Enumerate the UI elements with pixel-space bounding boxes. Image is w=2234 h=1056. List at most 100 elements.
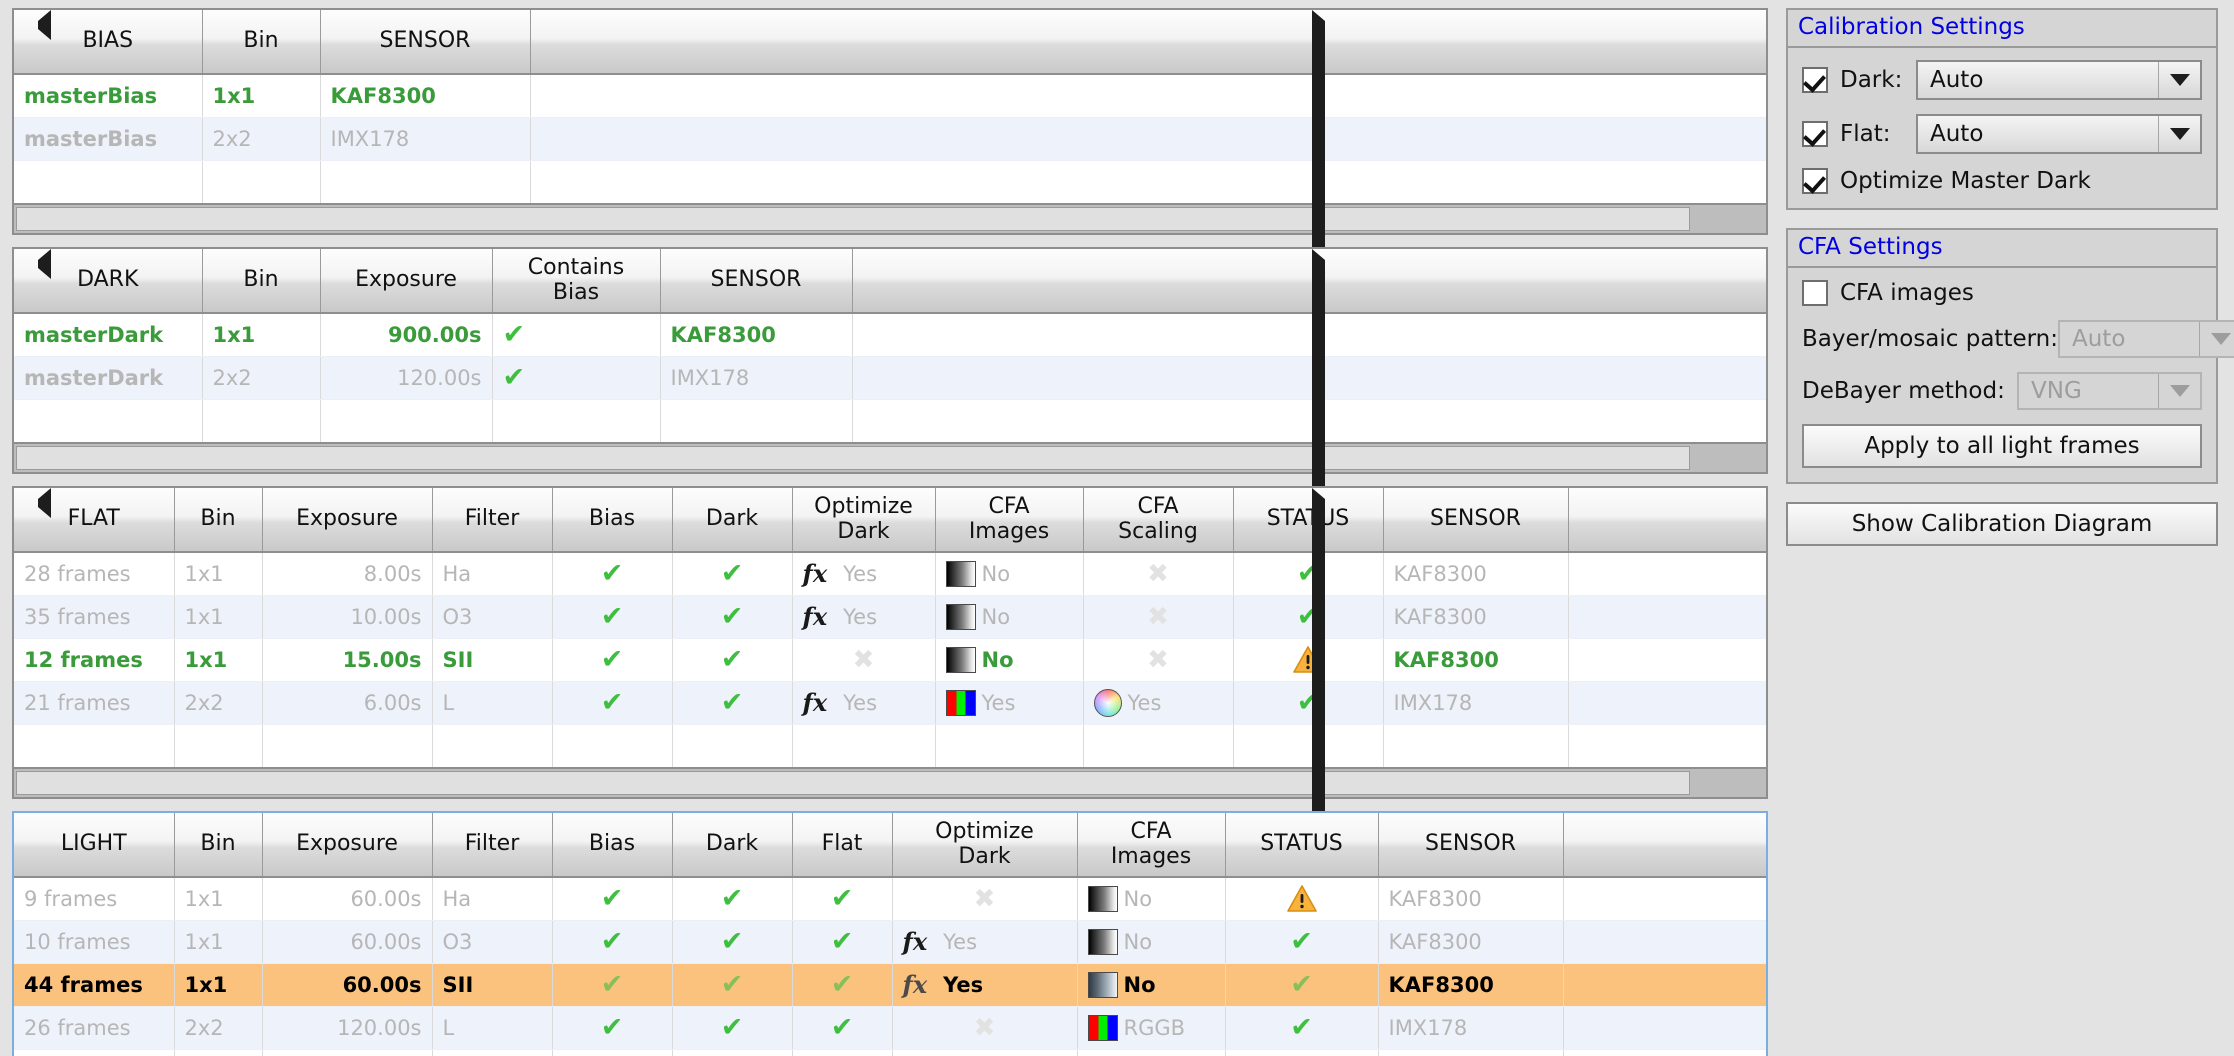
light-col-bias[interactable]: Bias [552, 813, 673, 878]
flat-row-bin: 1x1 [174, 552, 263, 596]
light-row-cfa-images: No [1077, 920, 1226, 964]
light-row-spacer [1563, 920, 1766, 964]
flat-row-bias: ✔ [552, 552, 673, 596]
flat-row-cfa-scaling: ✖ [1083, 638, 1234, 682]
apply-to-all-light-frames-button[interactable]: Apply to all light frames [1802, 424, 2202, 468]
scroll-left-icon[interactable] [14, 10, 51, 40]
optimize-dark-value: Yes [943, 972, 984, 997]
light-col-dark[interactable]: Dark [672, 813, 793, 878]
cfa-images-value: No [1123, 886, 1153, 911]
chevron-down-icon[interactable] [2158, 62, 2200, 98]
flat-row-bin: 1x1 [174, 595, 263, 639]
check-icon: ✔ [600, 687, 624, 718]
dark-checkbox[interactable] [1802, 67, 1828, 93]
check-icon: ✔ [720, 969, 744, 1000]
light-row-optimize-dark: fx Yes [892, 920, 1078, 964]
flat-select[interactable]: Auto [1916, 114, 2202, 154]
light-row-status: ✔ [1225, 1006, 1379, 1050]
mono-gradient-icon [945, 646, 976, 673]
light-row-exposure: 120.00s [262, 1006, 433, 1050]
dark-col-bin[interactable]: Bin [202, 249, 321, 314]
light-row-spacer [1563, 1006, 1766, 1050]
flat-row-filter: O3 [432, 595, 553, 639]
flat-col-optimize-dark[interactable]: Optimize Dark [792, 488, 936, 553]
dark-horizontal-scrollbar[interactable] [14, 249, 1766, 1056]
flat-col-cfa-scaling[interactable]: CFA Scaling [1083, 488, 1234, 553]
flat-row-exposure: 10.00s [262, 595, 433, 639]
scroll-left-icon[interactable] [14, 249, 51, 279]
table-row[interactable]: 26 frames 2x2 120.00s L ✔ ✔ ✔ ✖ RGGB ✔ I… [14, 1006, 1766, 1050]
optimize-master-dark-label: Optimize Master Dark [1840, 168, 2091, 194]
check-icon: ✔ [720, 687, 744, 718]
flat-row-frames: 28 frames [14, 552, 175, 596]
bias-horizontal-scrollbar[interactable] [14, 10, 1766, 1056]
chevron-down-icon[interactable] [2158, 116, 2200, 152]
light-row-spacer [1563, 963, 1766, 1007]
flat-col-exposure[interactable]: Exposure [262, 488, 433, 553]
dark-select[interactable]: Auto [1916, 60, 2202, 100]
light-col-cfa-images[interactable]: CFA Images [1077, 813, 1226, 878]
table-row[interactable]: 10 frames 1x1 60.00s O3 ✔ ✔ ✔ fx Yes No ✔… [14, 920, 1766, 964]
rgb-bayer-icon [1087, 1014, 1118, 1041]
dark-col-contains-bias[interactable]: Contains Bias [492, 249, 661, 314]
cross-icon: ✖ [1147, 601, 1169, 632]
light-row-optimize-dark: fx Yes [892, 963, 1078, 1007]
light-col-filter[interactable]: Filter [432, 813, 553, 878]
bayer-pattern-select[interactable]: Auto [2058, 320, 2234, 358]
light-col-flat[interactable]: Flat [792, 813, 893, 878]
light-col-optimize-dark[interactable]: Optimize Dark [892, 813, 1078, 878]
dark-panel: DARK Bin Exposure Contains Bias SENSOR m… [12, 247, 1768, 1056]
bias-col-sensor[interactable]: SENSOR [320, 10, 531, 75]
rgb-bayer-icon [945, 689, 976, 716]
debayer-method-select[interactable]: VNG [2017, 372, 2202, 410]
scroll-left-icon[interactable] [14, 488, 51, 518]
flat-col-bias[interactable]: Bias [552, 488, 673, 553]
light-row-sensor: IMX178 [1378, 1006, 1564, 1050]
flat-col-bin[interactable]: Bin [174, 488, 263, 553]
light-col-name[interactable]: LIGHT [14, 813, 175, 878]
light-row-bias: ✔ [552, 963, 673, 1007]
flat-row-optimize-dark: fx Yes [792, 681, 936, 725]
scrollbar-arrows[interactable] [38, 249, 1766, 1056]
light-col-sensor[interactable]: SENSOR [1378, 813, 1564, 878]
cfa-images-value: No [981, 604, 1011, 629]
scrollbar-arrows[interactable] [38, 10, 1766, 1056]
cfa-images-checkbox[interactable] [1802, 280, 1828, 306]
flat-row-cfa-images: No [935, 595, 1084, 639]
flat-row-dark: ✔ [672, 681, 793, 725]
flat-horizontal-scrollbar[interactable] [14, 488, 1766, 1056]
scrollbar-arrows[interactable] [38, 488, 1766, 1056]
chevron-down-icon[interactable] [2158, 374, 2200, 408]
fx-icon: fx [802, 559, 828, 589]
mono-gradient-icon [945, 560, 976, 587]
flat-col-dark[interactable]: Dark [672, 488, 793, 553]
optimize-master-dark-checkbox[interactable] [1802, 168, 1828, 194]
table-row[interactable]: 44 frames 1x1 60.00s SII ✔ ✔ ✔ fx Yes No … [14, 963, 1766, 1007]
table-row[interactable]: 9 frames 1x1 60.00s Ha ✔ ✔ ✔ ✖ No KAF830… [14, 877, 1766, 921]
flat-checkbox[interactable] [1802, 121, 1828, 147]
light-col-status[interactable]: STATUS [1225, 813, 1379, 878]
calibration-settings-title: Calibration Settings [1788, 10, 2216, 48]
dark-col-exposure[interactable]: Exposure [320, 249, 493, 314]
light-row-bias: ✔ [552, 877, 673, 921]
dark-row-sensor: IMX178 [660, 356, 853, 400]
flat-setting-row: Flat: Auto [1802, 114, 2202, 154]
flat-row-bin: 2x2 [174, 681, 263, 725]
show-calibration-diagram-button[interactable]: Show Calibration Diagram [1786, 502, 2218, 546]
light-col-exposure[interactable]: Exposure [262, 813, 433, 878]
flat-row-cfa-scaling: Yes [1083, 681, 1234, 725]
cfa-images-value: No [981, 561, 1011, 586]
chevron-down-icon[interactable] [2199, 322, 2234, 356]
light-row-dark: ✔ [672, 963, 793, 1007]
flat-row-dark: ✔ [672, 552, 793, 596]
flat-col-cfa-images[interactable]: CFA Images [935, 488, 1084, 553]
bias-row-name: masterBias [14, 117, 203, 161]
flat-col-filter[interactable]: Filter [432, 488, 553, 553]
flat-row-dark: ✔ [672, 638, 793, 682]
light-row-flat: ✔ [792, 1006, 893, 1050]
light-col-bin[interactable]: Bin [174, 813, 263, 878]
calibration-settings-group: Calibration Settings Dark: Auto Flat: Au… [1786, 8, 2218, 210]
bias-col-bin[interactable]: Bin [202, 10, 321, 75]
dark-row-name: masterDark [14, 356, 203, 400]
dark-col-sensor[interactable]: SENSOR [660, 249, 853, 314]
